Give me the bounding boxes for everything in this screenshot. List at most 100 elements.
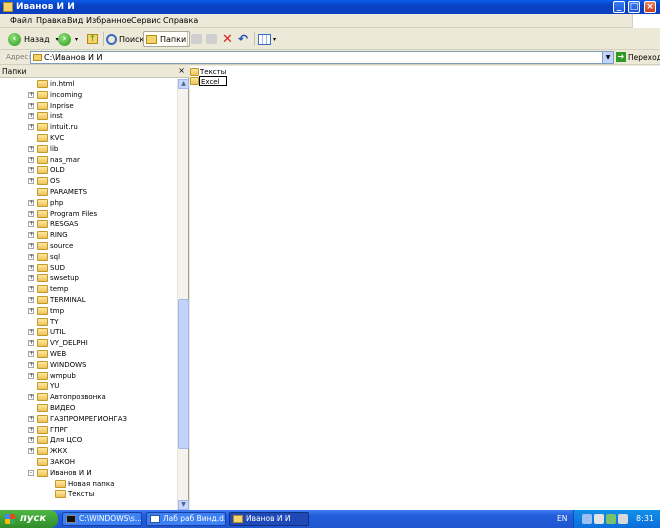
menu-file[interactable]: Файл [10, 16, 32, 25]
display-icon[interactable] [594, 514, 604, 524]
expand-icon[interactable]: + [28, 297, 34, 303]
vertical-scrollbar[interactable]: ▲ ▼ [177, 79, 189, 510]
antivirus-icon[interactable] [606, 514, 616, 524]
menu-view[interactable]: Вид [67, 16, 83, 25]
menu-help[interactable]: Справка [163, 16, 198, 25]
back-button[interactable]: ‹ Назад ▾ [8, 31, 59, 47]
expand-icon[interactable]: + [28, 307, 34, 314]
expand-icon[interactable]: + [28, 232, 34, 239]
folder-icon [37, 220, 48, 229]
tree-item-label: TERMINAL [50, 296, 86, 304]
address-value[interactable]: C:\Иванов И И [44, 53, 102, 62]
title-bar[interactable]: Иванов И И _ □ × [0, 0, 660, 14]
expand-icon[interactable]: + [28, 361, 34, 368]
delete-button[interactable]: ✕ [222, 31, 233, 47]
window-title: Иванов И И [16, 2, 75, 12]
expand-icon[interactable]: + [28, 264, 34, 271]
network-icon[interactable] [582, 514, 592, 524]
maximize-button[interactable]: □ [628, 1, 640, 13]
up-folder-button[interactable]: ↑ [87, 31, 98, 47]
scroll-thumb[interactable] [178, 299, 189, 449]
expand-icon[interactable]: + [28, 167, 34, 174]
go-button[interactable]: Переход [628, 53, 660, 62]
expand-icon[interactable]: + [28, 448, 34, 455]
back-label: Назад [24, 34, 50, 44]
expand-icon[interactable]: + [28, 253, 34, 260]
folder-icon [37, 231, 48, 240]
taskbar-item[interactable]: Иванов И И [229, 512, 309, 526]
expand-icon[interactable]: + [28, 199, 34, 206]
views-button[interactable]: ▾ [258, 31, 276, 47]
folder-icon [190, 77, 199, 85]
expand-icon[interactable]: + [28, 286, 34, 293]
copy-to-icon [206, 34, 217, 44]
tree-item-label: Автопрозвонка [50, 393, 106, 402]
folder-icon [37, 371, 48, 380]
expand-icon[interactable]: + [28, 372, 34, 379]
expand-icon[interactable]: + [28, 221, 34, 228]
scroll-up-icon[interactable]: ▲ [178, 79, 189, 89]
address-label: Адрес: [6, 53, 31, 61]
expand-icon[interactable]: + [28, 329, 34, 336]
task-label: Лаб раб Винд.d... [163, 514, 226, 523]
undo-icon: ↶ [238, 32, 249, 46]
volume-icon[interactable] [618, 514, 628, 524]
collapse-icon[interactable]: - [28, 469, 34, 476]
expand-icon[interactable]: + [28, 426, 34, 433]
scroll-down-icon[interactable]: ▼ [178, 500, 189, 510]
folders-button[interactable]: Папки [143, 31, 191, 47]
folder-icon [37, 274, 48, 283]
expand-icon[interactable]: + [28, 394, 34, 401]
close-button[interactable]: × [644, 1, 656, 13]
close-pane-icon[interactable]: × [178, 66, 185, 75]
minimize-button[interactable]: _ [613, 1, 625, 13]
address-field[interactable]: C:\Иванов И И ▼ [30, 51, 614, 64]
expand-icon[interactable]: + [28, 145, 34, 152]
expand-icon[interactable]: + [28, 415, 34, 422]
search-button[interactable]: Поиск [106, 31, 144, 47]
undo-button[interactable]: ↶ [238, 31, 248, 47]
language-indicator[interactable]: EN [557, 514, 567, 523]
toolbar: ‹ Назад ▾ › ▾ ↑ Поиск Папки ✕ [0, 28, 660, 50]
folder-icon [37, 350, 48, 358]
folder-icon [146, 34, 157, 44]
expand-icon[interactable]: + [28, 113, 34, 120]
expand-icon[interactable]: + [28, 340, 34, 347]
start-button[interactable]: пуск [0, 510, 58, 528]
taskbar-item[interactable]: Лаб раб Винд.d... [146, 512, 226, 526]
expand-icon[interactable]: + [28, 275, 34, 282]
folder-icon [37, 436, 48, 445]
tree-item-label: RESGAS [50, 220, 79, 229]
menu-edit[interactable]: Правка [36, 16, 66, 25]
folder-icon [37, 263, 48, 272]
folder-icon [37, 155, 48, 164]
forward-button[interactable]: › ▾ [58, 31, 78, 47]
expand-icon[interactable]: + [28, 210, 34, 217]
expand-icon[interactable]: + [28, 178, 34, 185]
tree-item-label: WEB [50, 350, 67, 358]
copy-to-button[interactable] [206, 31, 217, 47]
tree-item-label: in.html [50, 80, 75, 88]
menu-tools[interactable]: Сервис [131, 16, 161, 25]
expand-icon[interactable]: + [28, 102, 34, 109]
folder-icon [37, 177, 48, 186]
move-to-button[interactable] [191, 31, 202, 47]
chevron-down-icon: ▾ [273, 35, 277, 43]
taskbar: пуск C:\WINDOWS\s... Лаб раб Винд.d... И… [0, 510, 660, 528]
expand-icon[interactable]: + [28, 156, 34, 163]
chevron-down-icon[interactable]: ▼ [602, 52, 613, 63]
tree-item-label: tmp [50, 306, 65, 315]
start-label: пуск [20, 513, 47, 524]
chevron-down-icon[interactable]: ▾ [75, 36, 78, 43]
go-arrow-icon[interactable]: ➔ [616, 52, 626, 62]
expand-icon[interactable]: + [28, 91, 34, 98]
folder-icon [37, 306, 48, 315]
expand-icon[interactable]: + [28, 243, 34, 249]
expand-icon[interactable]: + [28, 351, 34, 357]
tree-item-label: Для ЦСО [50, 436, 83, 445]
expand-icon[interactable]: + [28, 437, 34, 444]
menu-favorites[interactable]: Избранное [86, 16, 131, 25]
taskbar-item[interactable]: C:\WINDOWS\s... [62, 512, 142, 526]
rename-edit-field[interactable]: Excel [199, 76, 227, 86]
expand-icon[interactable]: + [28, 124, 34, 131]
